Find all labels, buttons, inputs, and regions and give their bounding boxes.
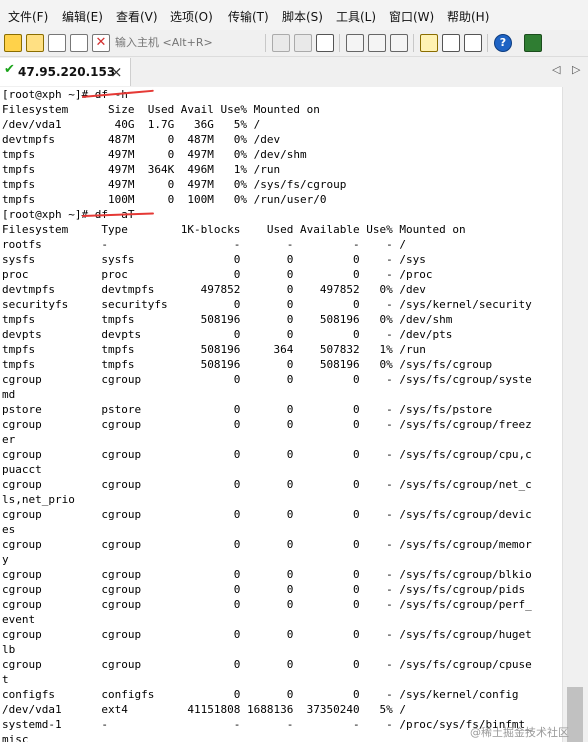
terminal-line: tmpfs 497M 0 497M 0% /sys/fs/cgroup bbox=[2, 178, 347, 191]
menu-file[interactable]: 文件(F) bbox=[8, 8, 48, 25]
terminal-line: es bbox=[2, 523, 16, 536]
print-icon[interactable] bbox=[346, 34, 364, 52]
terminal-line: event bbox=[2, 613, 36, 626]
terminal-line: y bbox=[2, 553, 9, 566]
toolbar-separator bbox=[487, 34, 488, 52]
connected-check-icon: ✔ bbox=[4, 62, 15, 77]
host-input[interactable] bbox=[113, 33, 267, 52]
watermark: @稀土掘金技术社区 bbox=[470, 726, 569, 739]
vertical-scrollbar[interactable] bbox=[562, 87, 588, 742]
terminal-line: cgroup cgroup 0 0 0 - /sys/fs/cgroup/net… bbox=[2, 478, 532, 491]
reconnect-all-icon[interactable] bbox=[70, 34, 88, 52]
terminal-line: devtmpfs devtmpfs 497852 0 497852 0% /de… bbox=[2, 283, 426, 296]
terminal-line: misc bbox=[2, 733, 29, 742]
session-tab[interactable]: ✔ 47.95.220.153 × bbox=[0, 58, 131, 86]
terminal-line: tmpfs 100M 0 100M 0% /run/user/0 bbox=[2, 193, 327, 206]
menu-window[interactable]: 窗口(W) bbox=[389, 8, 434, 25]
toolbar: ✕ ? bbox=[0, 30, 588, 56]
terminal-line: Filesystem Size Used Avail Use% Mounted … bbox=[2, 103, 320, 116]
menu-script[interactable]: 脚本(S) bbox=[282, 8, 323, 25]
copy-icon[interactable] bbox=[272, 34, 290, 52]
terminal-line: cgroup cgroup 0 0 0 - /sys/fs/cgroup/pid… bbox=[2, 583, 526, 596]
terminal-line: tmpfs tmpfs 508196 0 508196 0% /sys/fs/c… bbox=[2, 358, 493, 371]
close-tab-icon[interactable]: × bbox=[110, 63, 123, 81]
terminal-line: cgroup cgroup 0 0 0 - /sys/fs/cgroup/hug… bbox=[2, 628, 532, 641]
terminal-line: /dev/vda1 40G 1.7G 36G 5% / bbox=[2, 118, 261, 131]
terminal-line: tmpfs 497M 364K 496M 1% /run bbox=[2, 163, 281, 176]
terminal-line: tmpfs tmpfs 508196 364 507832 1% /run bbox=[2, 343, 426, 356]
terminal-line: cgroup cgroup 0 0 0 - /sys/fs/cgroup/mem… bbox=[2, 538, 532, 551]
terminal-line: /dev/vda1 ext4 41151808 1688136 37350240… bbox=[2, 703, 406, 716]
terminal-line: ls,net_prio bbox=[2, 493, 75, 506]
menu-bar: 文件(F) 编辑(E) 查看(V) 选项(O) 传输(T) 脚本(S) 工具(L… bbox=[0, 0, 588, 31]
terminal-line: er bbox=[2, 433, 16, 446]
terminal-line: devpts devpts 0 0 0 - /dev/pts bbox=[2, 328, 453, 341]
terminal-line: cgroup cgroup 0 0 0 - /sys/fs/cgroup/fre… bbox=[2, 418, 532, 431]
toolbar-separator bbox=[413, 34, 414, 52]
terminal-line: tmpfs 497M 0 497M 0% /dev/shm bbox=[2, 148, 307, 161]
terminal-output[interactable]: [root@xph ~]# df -h Filesystem Size Used… bbox=[0, 87, 562, 742]
session-tab-label: 47.95.220.153 bbox=[18, 65, 116, 79]
terminal-line: puacct bbox=[2, 463, 42, 476]
terminal-line: cgroup cgroup 0 0 0 - /sys/fs/cgroup/blk… bbox=[2, 568, 532, 581]
terminal-line: tmpfs tmpfs 508196 0 508196 0% /dev/shm bbox=[2, 313, 453, 326]
terminal-line: devtmpfs 487M 0 487M 0% /dev bbox=[2, 133, 281, 146]
reconnect-icon[interactable] bbox=[48, 34, 66, 52]
toolbar-separator bbox=[339, 34, 340, 52]
menu-edit[interactable]: 编辑(E) bbox=[62, 8, 103, 25]
paste-icon[interactable] bbox=[294, 34, 312, 52]
terminal-text: [root@xph ~]# df -h Filesystem Size Used… bbox=[2, 87, 532, 742]
tab-scroll-left-icon[interactable]: ◁ bbox=[552, 63, 560, 76]
tab-scroll-right-icon[interactable]: ▷ bbox=[572, 63, 580, 76]
terminal-line: cgroup cgroup 0 0 0 - /sys/fs/cgroup/cpu… bbox=[2, 448, 532, 461]
terminal-line: rootfs - - - - - / bbox=[2, 238, 406, 251]
menu-help[interactable]: 帮助(H) bbox=[447, 8, 489, 25]
global-options-icon[interactable] bbox=[442, 34, 460, 52]
keymap-icon[interactable] bbox=[464, 34, 482, 52]
menu-tools[interactable]: 工具(L) bbox=[336, 8, 376, 25]
terminal-line: md bbox=[2, 388, 16, 401]
terminal-line: systemd-1 - - - - - /proc/sys/fs/binfmt_ bbox=[2, 718, 532, 731]
terminal-line: pstore pstore 0 0 0 - /sys/fs/pstore bbox=[2, 403, 493, 416]
find-icon[interactable] bbox=[316, 34, 334, 52]
terminal-line: t bbox=[2, 673, 9, 686]
menu-options[interactable]: 选项(O) bbox=[170, 8, 213, 25]
disconnect-icon[interactable]: ✕ bbox=[92, 34, 110, 52]
menu-view[interactable]: 查看(V) bbox=[116, 8, 158, 25]
terminal-line: lb bbox=[2, 643, 16, 656]
terminal-line: cgroup cgroup 0 0 0 - /sys/fs/cgroup/sys… bbox=[2, 373, 532, 386]
terminal-line: sysfs sysfs 0 0 0 - /sys bbox=[2, 253, 426, 266]
help-icon[interactable]: ? bbox=[494, 34, 512, 52]
terminal-line: cgroup cgroup 0 0 0 - /sys/fs/cgroup/per… bbox=[2, 598, 532, 611]
toolbar-separator bbox=[265, 34, 266, 52]
terminal-line: securityfs securityfs 0 0 0 - /sys/kerne… bbox=[2, 298, 532, 311]
terminal-line: Filesystem Type 1K-blocks Used Available… bbox=[2, 223, 466, 236]
print-setup-icon[interactable] bbox=[368, 34, 386, 52]
session-tab-bar: ✔ 47.95.220.153 × ◁ ▷ bbox=[0, 56, 588, 88]
terminal-line: cgroup cgroup 0 0 0 - /sys/fs/cgroup/dev… bbox=[2, 508, 532, 521]
terminal-line: configfs configfs 0 0 0 - /sys/kernel/co… bbox=[2, 688, 519, 701]
session-options-icon[interactable] bbox=[420, 34, 438, 52]
scrollbar-thumb[interactable] bbox=[567, 687, 583, 742]
print-screen-icon[interactable] bbox=[390, 34, 408, 52]
terminal-line: proc proc 0 0 0 - /proc bbox=[2, 268, 433, 281]
terminal-line: cgroup cgroup 0 0 0 - /sys/fs/cgroup/cpu… bbox=[2, 658, 532, 671]
sftp-icon[interactable] bbox=[524, 34, 542, 52]
connect-icon[interactable] bbox=[4, 34, 22, 52]
menu-transfer[interactable]: 传输(T) bbox=[228, 8, 269, 25]
quick-connect-icon[interactable] bbox=[26, 34, 44, 52]
